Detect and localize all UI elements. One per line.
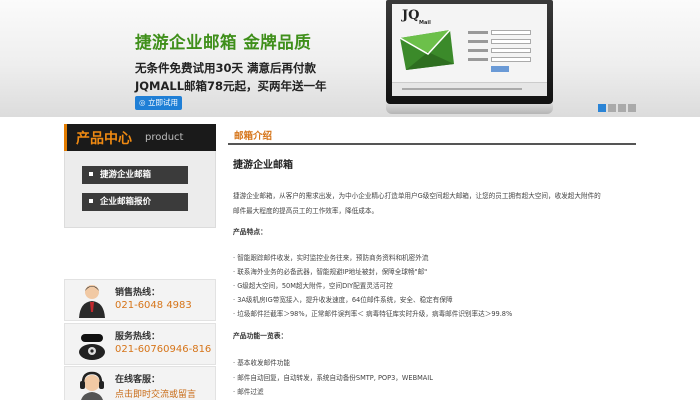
service-hotline-box: 服务热线： 021-60760946-816 (64, 323, 216, 365)
content-heading: 捷游企业邮箱 (233, 160, 293, 171)
monitor-stand (386, 104, 553, 114)
online-support-label: 在线客服： (115, 375, 161, 385)
functions-title: 产品功能一览表： (233, 332, 288, 340)
banner-offer-line: 无条件免费试用30天 满意后再付款 (135, 61, 317, 75)
online-chat-link[interactable]: 点击即时交流或留言 (115, 387, 196, 400)
slide-indicators (598, 104, 638, 112)
function-item: · 邮件过滤 (233, 388, 264, 396)
square-bullet-icon (89, 171, 93, 176)
banner-title: 捷游企业邮箱 金牌品质 (135, 33, 312, 52)
banner-price-line: JQMALL邮箱78元起，买两年送一年 (135, 79, 327, 93)
feature-item: · 垃圾邮件拦截率＞98%，正常邮件误判率＜ 病毒特征库实时升级，病毒邮件识别率… (233, 310, 513, 318)
product-menu-panel (64, 151, 216, 228)
features-title: 产品特点： (233, 228, 267, 236)
slide-dot[interactable] (618, 104, 626, 112)
intro-paragraph-line: 捷游企业邮箱，从客户的需求出发，为中小企业精心打造单用户G级空间超大邮箱，让您的… (233, 192, 601, 200)
monitor-screen: JQ Mail (392, 4, 547, 96)
menu-item-label: 企业邮箱报价 (100, 197, 152, 207)
person-icon (79, 285, 105, 318)
envelope-icon (399, 29, 454, 70)
square-bullet-icon (89, 198, 93, 203)
slide-dot[interactable] (628, 104, 636, 112)
phone-icon (79, 334, 105, 360)
product-center-title: 产品中心 (76, 131, 132, 147)
online-support-box: 在线客服： 点击即时交流或留言 (64, 366, 216, 400)
sales-hotline-number: 021-6048 4983 (115, 300, 192, 311)
menu-item-label: 捷游企业邮箱 (100, 170, 152, 180)
try-now-button[interactable]: ◎ 立即试用 (135, 96, 182, 110)
service-hotline-number: 021-60760946-816 (115, 344, 212, 355)
intro-paragraph-line: 邮件最大程度的提高员工的工作效率，降低成本。 (233, 207, 379, 215)
feature-item: · 智能跟踪邮件收发，实时监控业务往来，预防商务资料和机密外流 (233, 254, 429, 262)
banner: 捷游企业邮箱 金牌品质 无条件免费试用30天 满意后再付款 JQMALL邮箱78… (0, 0, 700, 117)
section-header: 邮箱介绍 (228, 124, 636, 145)
feature-item: · 3A级机房IG带宽接入，提升收发速度，64位邮件系统，安全、稳定有保障 (233, 296, 453, 304)
product-center-header: 产品中心 product (64, 124, 216, 151)
screen-logo: JQ (402, 8, 420, 23)
headset-icon (80, 371, 104, 400)
screen-login-form (468, 30, 540, 72)
service-hotline-label: 服务热线： (115, 332, 161, 342)
section-title: 邮箱介绍 (234, 131, 273, 142)
menu-item-enterprise-mail[interactable]: 捷游企业邮箱 (82, 166, 188, 184)
feature-item: · 联系海外业务的必备武器，智能规避IP地址被封，保障全球畅"邮" (233, 268, 428, 276)
screen-footer (392, 82, 547, 96)
menu-item-mail-pricing[interactable]: 企业邮箱报价 (82, 193, 188, 211)
sales-hotline-label: 销售热线： (115, 288, 161, 298)
monitor-illustration: JQ Mail (386, 0, 553, 104)
slide-dot[interactable] (608, 104, 616, 112)
slide-dot[interactable] (598, 104, 606, 112)
function-item: · 基本收发邮件功能 (233, 359, 290, 367)
function-item: · 邮件自动回复，自动转发，系统自动备份SMTP, POP3，WEBMAIL (233, 374, 433, 382)
feature-item: · G级超大空间，50M超大附件，空间DIY配置灵活可控 (233, 282, 393, 290)
sales-hotline-box: 销售热线： 021-6048 4983 (64, 279, 216, 321)
screen-logo-sub: Mail (419, 20, 431, 26)
product-center-subtitle: product (145, 132, 184, 143)
